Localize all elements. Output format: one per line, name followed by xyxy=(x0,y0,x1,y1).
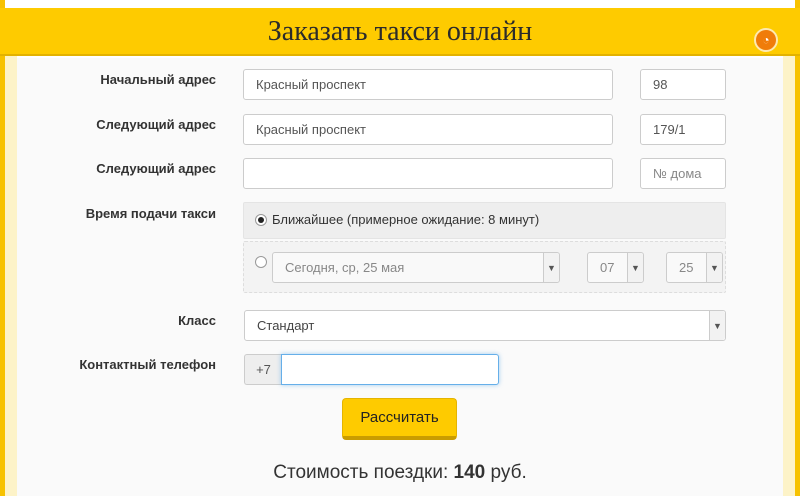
page-title: Заказать такси онлайн xyxy=(267,16,533,47)
next-street-2-input[interactable] xyxy=(243,158,613,189)
class-select-value: Стандарт xyxy=(257,318,315,333)
class-select[interactable]: Стандарт ▼ xyxy=(244,310,726,341)
phone-label: Контактный телефон xyxy=(79,357,216,372)
next-address-2-label: Следующий адрес xyxy=(96,161,216,176)
hour-select[interactable]: 07 ▼ xyxy=(587,252,644,283)
start-house-input[interactable]: 98 xyxy=(640,69,726,100)
chevron-down-icon: ▼ xyxy=(543,253,559,282)
chevron-down-icon: ▼ xyxy=(706,253,722,282)
start-street-input[interactable]: Красный проспект xyxy=(243,69,613,100)
next-address-1-label: Следующий адрес xyxy=(96,117,216,132)
calculate-button[interactable]: Рассчитать xyxy=(342,398,457,440)
next-house-2-input[interactable]: № дома xyxy=(640,158,726,189)
nearest-time-radio[interactable] xyxy=(255,214,267,226)
minute-select-value: 25 xyxy=(679,260,694,275)
start-address-label: Начальный адрес xyxy=(100,72,216,87)
phone-prefix: +7 xyxy=(244,354,282,385)
price-prefix: Стоимость поездки: xyxy=(273,462,449,483)
next-street-1-input[interactable]: Красный проспект xyxy=(243,114,613,145)
right-edge-stripe xyxy=(795,0,800,496)
class-label: Класс xyxy=(178,313,216,328)
price-amount: 140 xyxy=(453,462,486,483)
pickup-time-label: Время подачи такси xyxy=(85,206,216,221)
minute-select[interactable]: 25 ▼ xyxy=(666,252,723,283)
scheduled-time-radio[interactable] xyxy=(255,256,267,268)
hour-select-value: 07 xyxy=(600,260,615,275)
nearest-time-label: Ближайшее (примерное ожидание: 8 минут) xyxy=(272,212,540,227)
date-select-value: Сегодня, ср, 25 мая xyxy=(285,260,405,275)
price-currency: руб. xyxy=(490,462,527,483)
next-house-1-input[interactable]: 179/1 xyxy=(640,114,726,145)
chevron-down-icon: ▼ xyxy=(709,311,725,340)
chevron-down-icon: ▼ xyxy=(627,253,643,282)
trip-price: Стоимость поездки: 140 руб. xyxy=(0,462,800,484)
right-edge-pale xyxy=(783,56,795,496)
taxi-logo-icon[interactable]: ◔ xyxy=(754,28,778,52)
phone-input[interactable] xyxy=(281,354,499,385)
date-select[interactable]: Сегодня, ср, 25 мая ▼ xyxy=(272,252,560,283)
order-header: Заказать такси онлайн ◔ xyxy=(0,8,800,56)
